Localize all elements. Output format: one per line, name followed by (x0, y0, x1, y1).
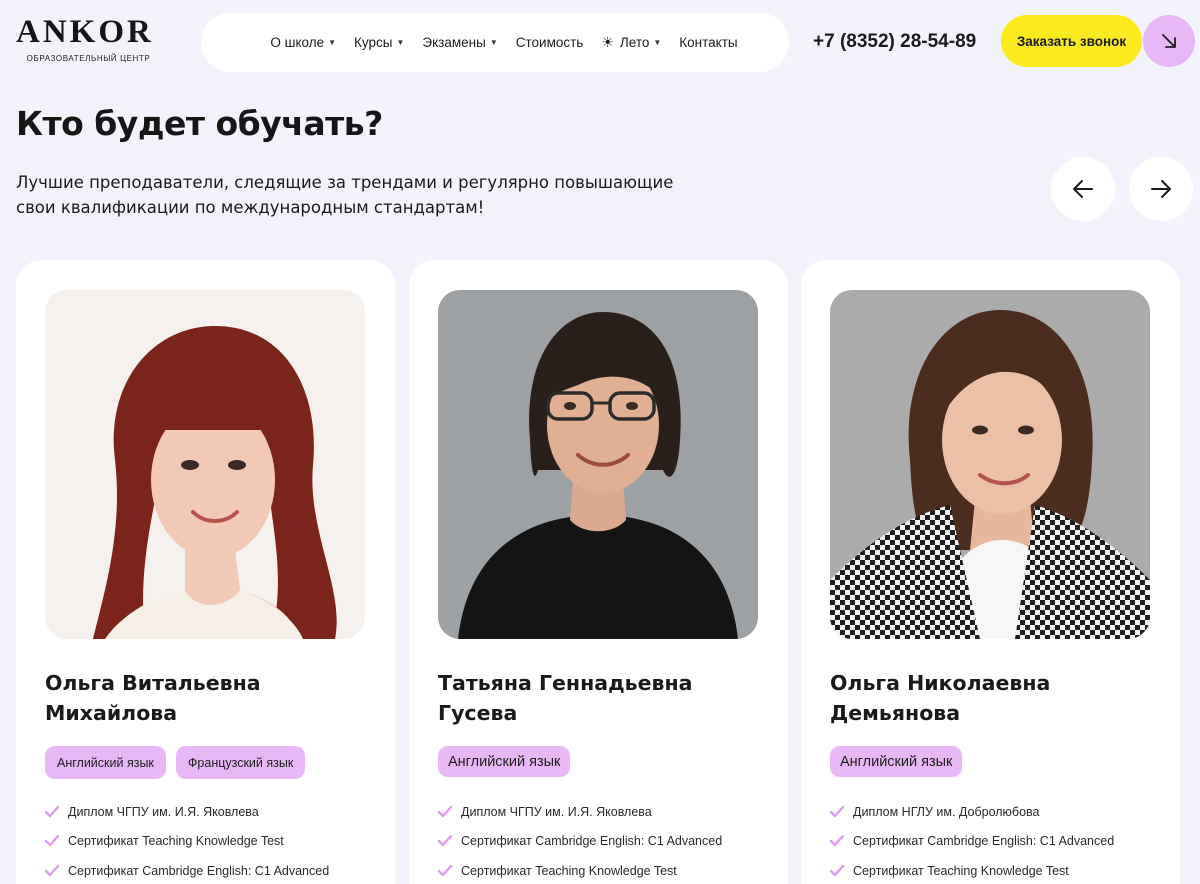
subject-tag: Английский язык (438, 746, 571, 777)
caret-down-icon: ▼ (396, 38, 405, 47)
nav-item-summer[interactable]: ☀ Лето ▼ (601, 34, 661, 51)
subject-tags: Английский язык (438, 746, 571, 777)
teacher-photo (45, 290, 365, 639)
credential-text: Диплом НГЛУ им. Добролюбова (853, 804, 1040, 819)
nav-item-label: О школе (270, 35, 325, 50)
teacher-card[interactable]: Татьяна Геннадьевна Гусева Английский яз… (409, 260, 788, 884)
credential-item: Диплом НГЛУ им. Добролюбова (830, 797, 1170, 827)
subject-tags: Английский язык (830, 746, 963, 777)
check-icon (45, 805, 59, 817)
order-call-button[interactable]: Заказать звонок (1001, 15, 1142, 67)
teacher-name: Ольга Витальевна Михайлова (45, 668, 365, 728)
subject-tags: Английский язык Французский язык (45, 746, 306, 779)
credential-text: Сертификат Teaching Knowledge Test (853, 863, 1069, 878)
logo-tagline: ОБРАЗОВАТЕЛЬНЫЙ ЦЕНТР (26, 54, 151, 63)
teacher-name: Ольга Николаевна Демьянова (830, 668, 1150, 728)
credential-text: Сертификат Cambridge English: C1 Advance… (853, 834, 1115, 849)
logo[interactable]: ANKOR ОБРАЗОВАТЕЛЬНЫЙ ЦЕНТР (16, 14, 161, 64)
arrow-right-icon (1151, 180, 1171, 198)
nav-item-label: Экзамены (422, 35, 486, 50)
credential-text: Диплом ЧГПУ им. И.Я. Яковлева (461, 804, 652, 819)
check-icon (830, 805, 844, 817)
credential-item: Сертификат Teaching Knowledge Test (438, 856, 778, 884)
check-icon (438, 835, 452, 847)
nav-item-exams[interactable]: Экзамены ▼ (422, 35, 497, 50)
nav-item-label: Курсы (354, 35, 393, 50)
teacher-name-line: Ольга Витальевна (45, 671, 261, 695)
section-subtitle: Лучшие преподаватели, следящие за тренда… (16, 173, 674, 217)
nav-item-courses[interactable]: Курсы ▼ (354, 35, 404, 50)
credential-text: Диплом ЧГПУ им. И.Я. Яковлева (68, 804, 259, 819)
check-icon (830, 864, 844, 876)
credentials-list: Диплом ЧГПУ им. И.Я. Яковлева Сертификат… (438, 797, 778, 884)
teacher-photo (438, 290, 758, 639)
nav-item-label: Лето (619, 35, 650, 50)
sun-icon: ☀ (601, 34, 614, 50)
credential-text: Сертификат Cambridge English: C1 Advance… (68, 863, 330, 878)
credential-item: Сертификат Teaching Knowledge Test (45, 827, 385, 857)
logo-wordmark: ANKOR (16, 14, 154, 50)
caret-down-icon: ▼ (653, 38, 662, 47)
teacher-name-line: Михайлова (45, 701, 178, 725)
carousel-prev-button[interactable] (1051, 157, 1115, 221)
credential-item: Сертификат Cambridge English: C1 Advance… (438, 827, 778, 857)
subject-tag: Английский язык (45, 746, 166, 779)
nav-item-about[interactable]: О школе ▼ (270, 35, 336, 50)
nav-item-contacts[interactable]: Контакты (679, 35, 737, 50)
section-title: Кто будет обучать? (16, 104, 383, 143)
nav-item-label: Стоимость (515, 35, 584, 50)
teacher-photo (830, 290, 1150, 639)
credential-item: Диплом ЧГПУ им. И.Я. Яковлева (438, 797, 778, 827)
teacher-card[interactable]: Ольга Витальевна Михайлова Английский яз… (16, 260, 395, 884)
credentials-list: Диплом ЧГПУ им. И.Я. Яковлева Сертификат… (45, 797, 385, 884)
arrow-down-right-icon[interactable] (1143, 15, 1195, 67)
subject-tag: Французский язык (175, 746, 306, 779)
teacher-name: Татьяна Геннадьевна Гусева (438, 668, 758, 728)
check-icon (438, 864, 452, 876)
teacher-name-line: Татьяна Геннадьевна (438, 671, 693, 695)
teacher-name-line: Гусева (438, 701, 518, 725)
caret-down-icon: ▼ (489, 38, 498, 47)
nav-item-prices[interactable]: Стоимость (516, 35, 584, 50)
teacher-name-line: Демьянова (830, 701, 961, 725)
check-icon (45, 835, 59, 847)
credential-text: Сертификат Teaching Knowledge Test (461, 863, 677, 878)
phone-link[interactable]: +7 (8352) 28-54-89 (813, 31, 976, 53)
teacher-card[interactable]: Ольга Николаевна Демьянова Английский яз… (801, 260, 1180, 884)
main-nav: О школе ▼ Курсы ▼ Экзамены ▼ Стоимость ☀… (201, 13, 789, 72)
check-icon (830, 835, 844, 847)
nav-item-label: Контакты (679, 35, 738, 50)
credential-item: Сертификат Teaching Knowledge Test (830, 856, 1170, 884)
credential-text: Сертификат Teaching Knowledge Test (68, 834, 284, 849)
credential-item: Сертификат Cambridge English: C1 Advance… (830, 827, 1170, 857)
credential-item: Диплом ЧГПУ им. И.Я. Яковлева (45, 797, 385, 827)
arrow-left-icon (1073, 180, 1093, 198)
carousel-next-button[interactable] (1129, 157, 1193, 221)
credential-item: Сертификат Cambridge English: C1 Advance… (45, 856, 385, 884)
check-icon (438, 805, 452, 817)
credentials-list: Диплом НГЛУ им. Добролюбова Сертификат C… (830, 797, 1170, 884)
teacher-name-line: Ольга Николаевна (830, 671, 1051, 695)
caret-down-icon: ▼ (328, 38, 337, 47)
subject-tag: Английский язык (830, 746, 963, 777)
credential-text: Сертификат Cambridge English: C1 Advance… (461, 834, 723, 849)
check-icon (45, 864, 59, 876)
